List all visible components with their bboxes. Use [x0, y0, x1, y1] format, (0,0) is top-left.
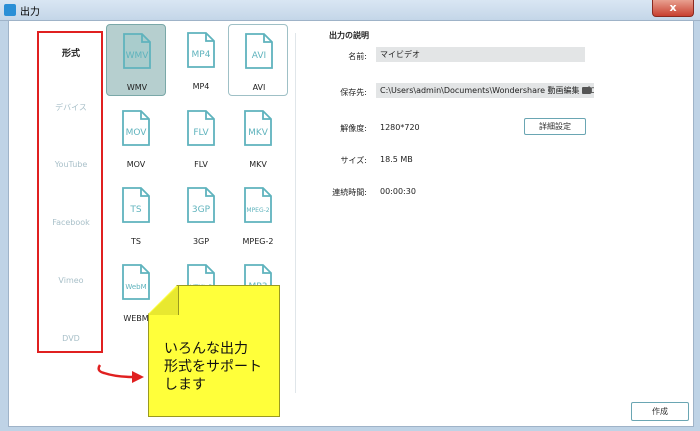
format-label: 3GP [192, 237, 210, 246]
sidebar-item-device[interactable]: デバイス [31, 102, 111, 113]
create-button[interactable]: 作成 [631, 402, 689, 421]
advanced-settings-button[interactable]: 詳細設定 [524, 118, 586, 135]
title-bar: 出力 x [0, 0, 700, 21]
format-label: FLV [194, 160, 208, 169]
file-icon-text: MOV [126, 128, 148, 138]
format-label: MP4 [192, 82, 210, 91]
file-icon: MPEG-2 [244, 187, 272, 223]
format-tile[interactable]: MOV MOV [106, 102, 166, 174]
duration-value: 00:00:30 [380, 187, 416, 196]
file-icon-text: TS [129, 205, 141, 215]
annotation-line-2: 形式をサポート [164, 359, 262, 375]
folder-icon[interactable] [582, 87, 591, 94]
sidebar-item-dvd[interactable]: DVD [31, 334, 111, 343]
save-location-input[interactable]: C:\Users\admin\Documents\Wondershare 動画編… [376, 83, 594, 98]
file-icon: MOV [122, 110, 150, 146]
red-arrow-icon [97, 364, 144, 383]
annotation-text: いろんな出力 形式をサポート します [164, 340, 274, 394]
file-icon: TS [122, 187, 150, 223]
file-icon: MKV [244, 110, 272, 146]
file-icon-text: MKV [248, 128, 269, 138]
window-title: 出力 [20, 7, 40, 18]
file-icon-text: MP4 [192, 50, 211, 60]
duration-label: 連続時間: [332, 188, 367, 197]
sidebar-item-format[interactable]: 形式 [31, 46, 111, 59]
save-location-label: 保存先: [340, 88, 367, 97]
format-tile[interactable]: FLV FLV [171, 102, 231, 174]
file-icon: FLV [187, 110, 215, 146]
resolution-value: 1280*720 [380, 123, 420, 132]
format-label: MOV [126, 160, 146, 169]
format-label: MKV [249, 160, 267, 169]
file-icon-text: WMV [126, 51, 150, 61]
annotation-line-1: いろんな出力 [164, 341, 248, 357]
highlight-box [37, 31, 103, 353]
app-icon [4, 4, 16, 16]
close-button[interactable]: x [652, 0, 694, 17]
size-label: サイズ: [340, 156, 367, 165]
format-tile[interactable]: MKV MKV [228, 102, 288, 174]
info-title: 出力の説明 [329, 31, 369, 40]
sidebar-item-vimeo[interactable]: Vimeo [31, 276, 111, 285]
file-icon: MP4 [187, 32, 215, 68]
divider [295, 33, 296, 393]
format-label: TS [131, 237, 141, 246]
file-icon-text: MPEG-2 [246, 207, 269, 214]
sidebar-item-facebook[interactable]: Facebook [31, 218, 111, 227]
file-icon: WebM [122, 264, 150, 300]
size-value: 18.5 MB [380, 155, 413, 164]
annotation-line-3: します [164, 377, 206, 393]
format-tile[interactable]: AVI AVI [228, 24, 288, 96]
format-tile[interactable]: MPEG-2 MPEG-2 [228, 179, 288, 251]
file-icon-text: AVI [252, 51, 266, 61]
format-label: MPEG-2 [242, 237, 274, 246]
name-input[interactable]: マイビデオ [376, 47, 585, 62]
file-icon: 3GP [187, 187, 215, 223]
format-tile[interactable]: WMV WMV [106, 24, 166, 96]
sidebar-item-youtube[interactable]: YouTube [31, 160, 111, 169]
name-label: 名前: [348, 52, 367, 61]
format-tile[interactable]: 3GP 3GP [171, 179, 231, 251]
file-icon-text: WebM [125, 283, 146, 291]
format-label: AVI [252, 83, 266, 92]
resolution-label: 解像度: [340, 124, 367, 133]
file-icon: AVI [245, 33, 273, 69]
format-tile[interactable]: MP4 MP4 [171, 24, 231, 96]
file-icon: WMV [123, 33, 151, 69]
file-icon-text: 3GP [192, 205, 211, 215]
file-icon-text: FLV [193, 128, 209, 138]
save-location-value: C:\Users\admin\Documents\Wondershare 動画編… [380, 86, 594, 95]
format-label: WMV [126, 83, 148, 92]
format-tile[interactable]: TS TS [106, 179, 166, 251]
